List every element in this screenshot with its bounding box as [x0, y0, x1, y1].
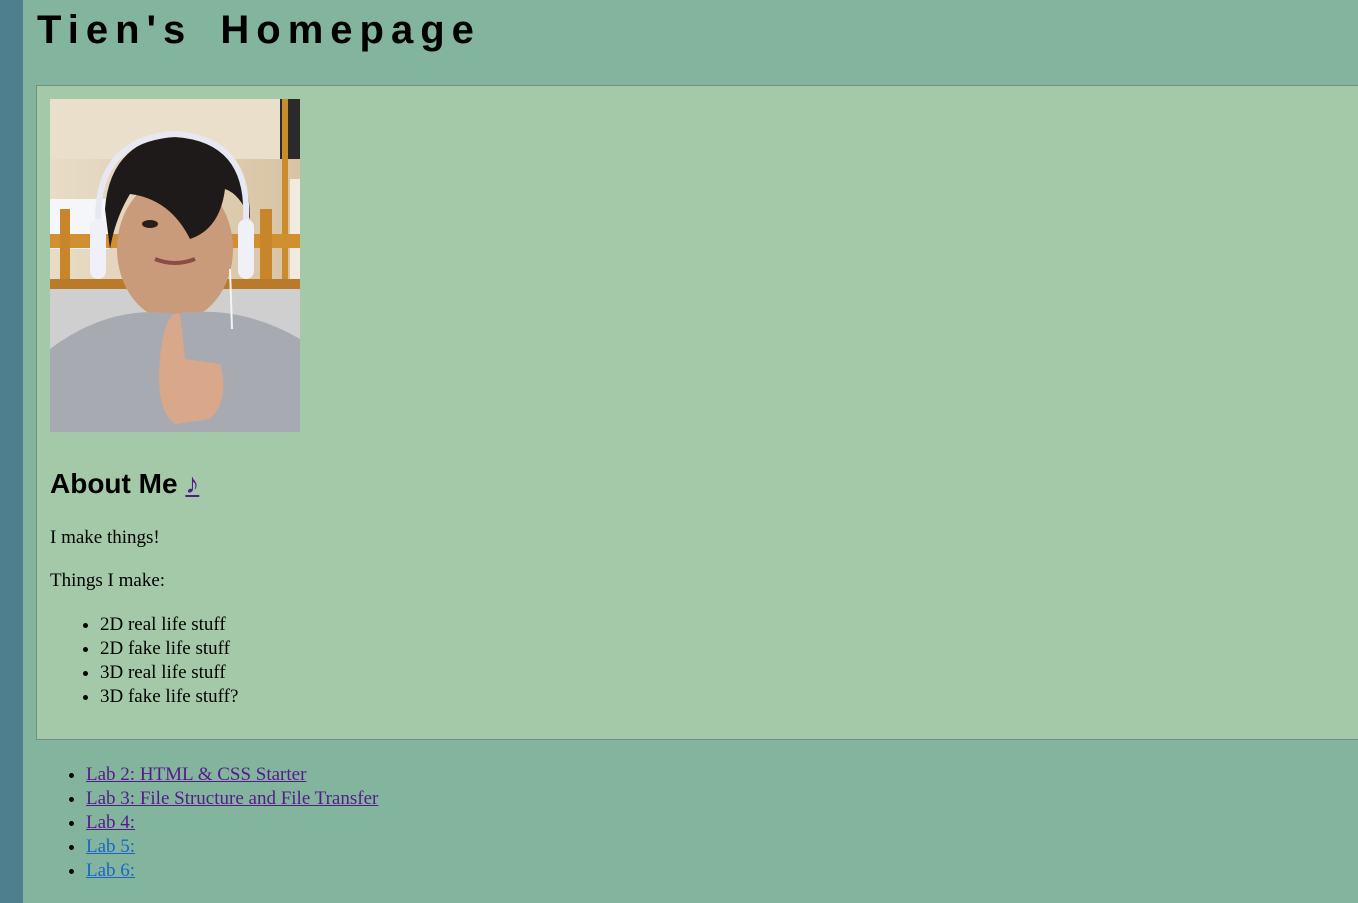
list-item: Lab 6: [86, 859, 378, 883]
lab-links-list: Lab 2: HTML & CSS Starter Lab 3: File St… [36, 763, 378, 883]
profile-photo [50, 99, 300, 432]
lab-5-link[interactable]: Lab 5: [86, 836, 135, 857]
lab-2-link[interactable]: Lab 2: HTML & CSS Starter [86, 764, 306, 785]
lab-4-link[interactable]: Lab 4: [86, 812, 135, 833]
list-item: 2D fake life stuff [100, 637, 238, 661]
left-stripe [0, 0, 23, 903]
intro-text: I make things! [50, 527, 160, 548]
list-item: 3D real life stuff [100, 661, 238, 685]
list-item: Lab 5: [86, 835, 378, 859]
list-item: 3D fake life stuff? [100, 685, 238, 709]
list-item: Lab 4: [86, 811, 378, 835]
lab-6-link[interactable]: Lab 6: [86, 860, 135, 881]
music-note-link[interactable]: ♪ [185, 468, 199, 499]
list-item: Lab 3: File Structure and File Transfer [86, 787, 378, 811]
list-item: Lab 2: HTML & CSS Starter [86, 763, 378, 787]
about-heading-text: About Me [50, 468, 178, 499]
about-section: About Me ♪ I make things! Things I make:… [36, 85, 1358, 740]
about-heading: About Me ♪ [50, 464, 199, 504]
page-title: Tien's Homepage [37, 8, 481, 52]
list-item: 2D real life stuff [100, 613, 238, 637]
things-list: 2D real life stuff 2D fake life stuff 3D… [50, 613, 238, 709]
things-label: Things I make: [50, 570, 166, 591]
lab-3-link[interactable]: Lab 3: File Structure and File Transfer [86, 788, 378, 809]
